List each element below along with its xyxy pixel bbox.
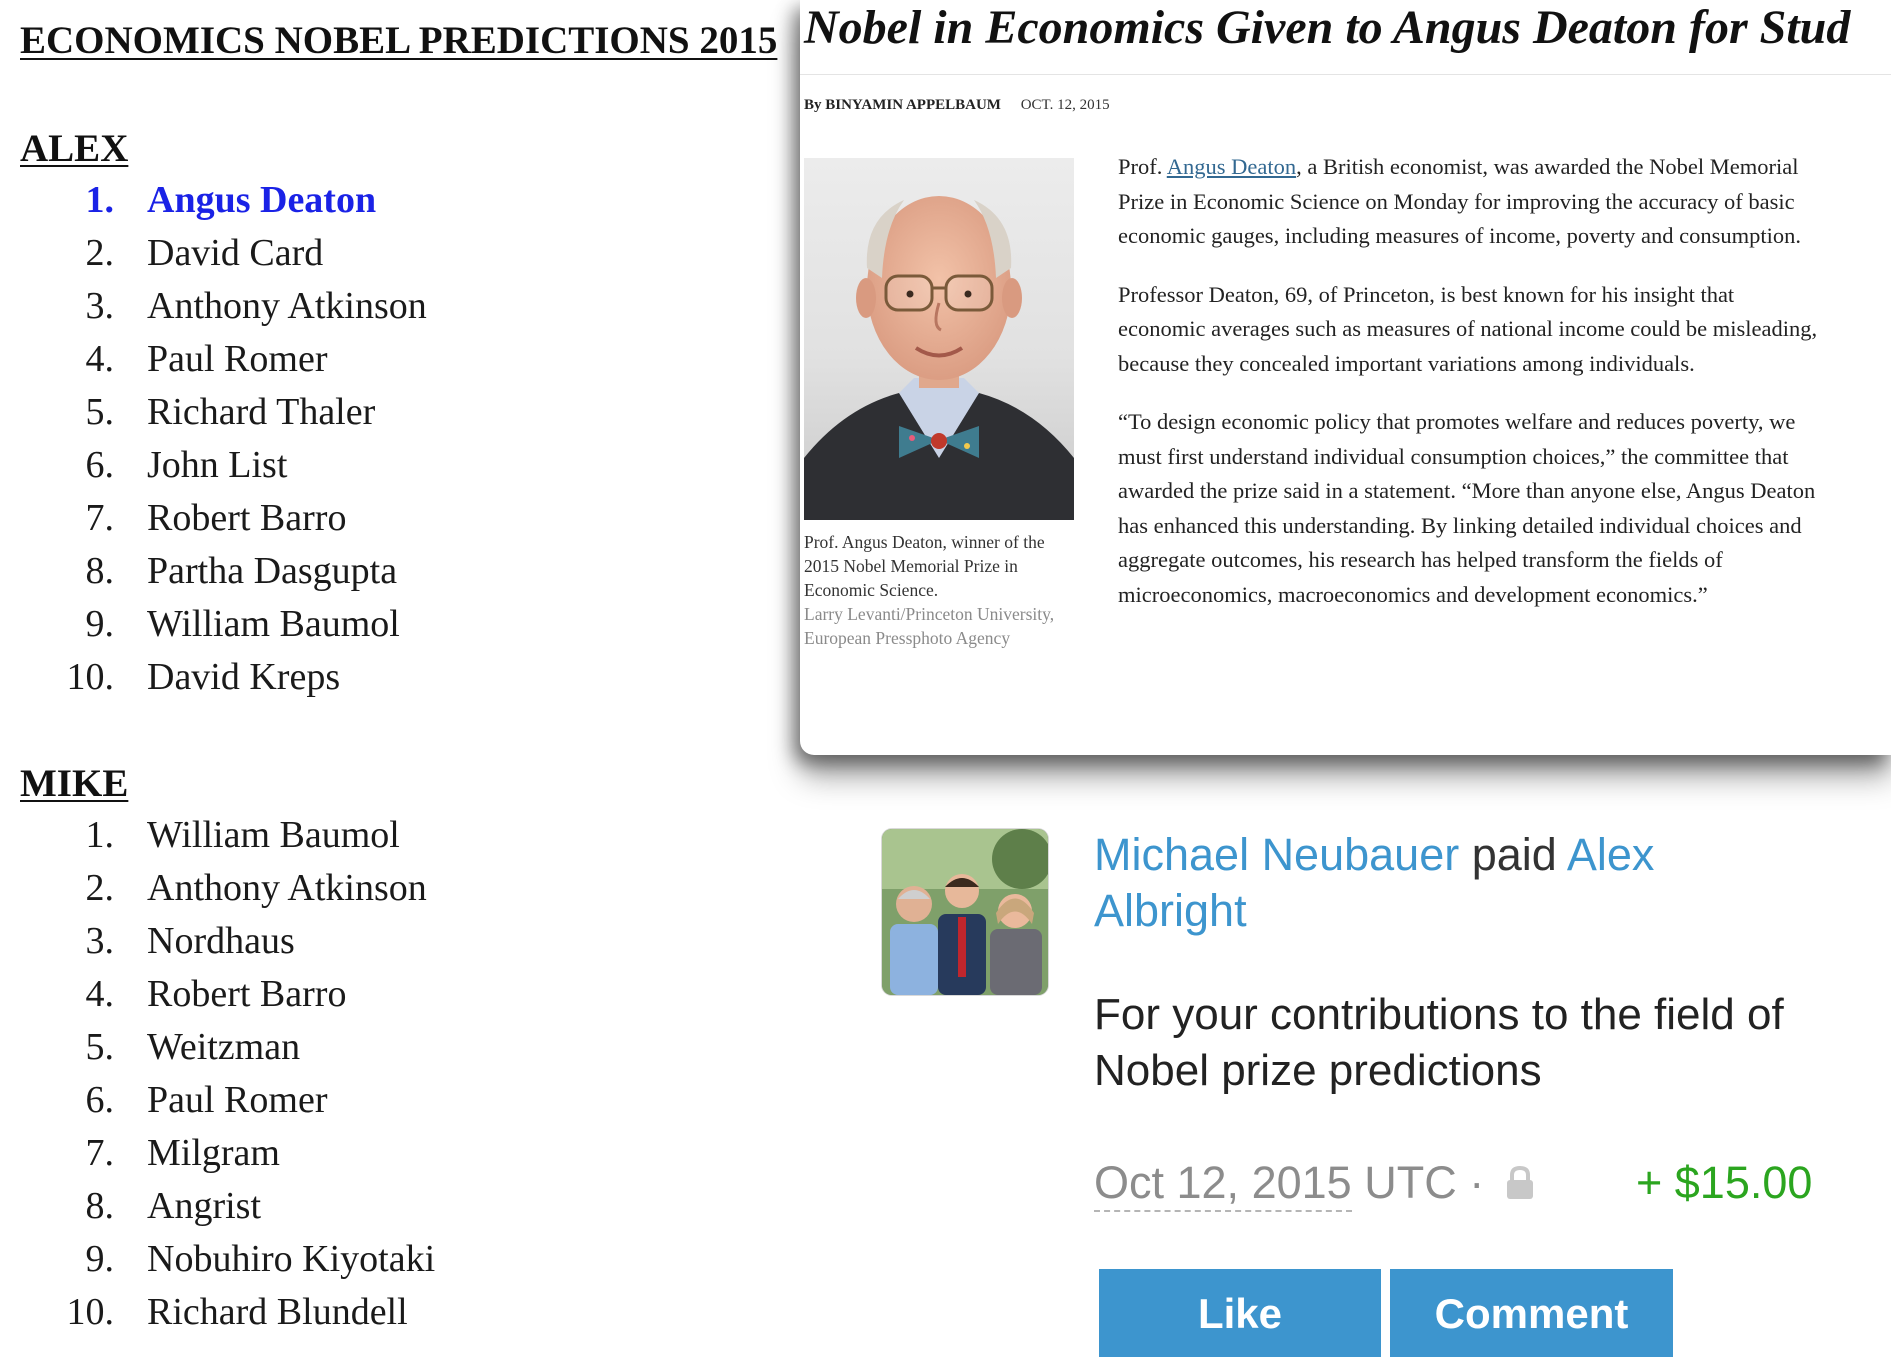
list-number: 2. xyxy=(85,867,115,909)
list-name: Anthony Atkinson xyxy=(147,867,427,909)
list-item: 3. Anthony Atkinson xyxy=(0,284,760,337)
payer-link[interactable]: Michael Neubauer xyxy=(1094,829,1459,880)
list-item: 8. Angrist xyxy=(0,1184,760,1237)
list-number: 4. xyxy=(85,338,115,380)
list-number: 6. xyxy=(85,444,115,486)
list-item: 5. Richard Thaler xyxy=(0,390,760,443)
list-number: 4. xyxy=(85,973,115,1015)
list-name: Robert Barro xyxy=(147,973,347,1015)
list-name: Angus Deaton xyxy=(147,179,377,221)
list-item: 8. Partha Dasgupta xyxy=(0,549,760,602)
payment-title: Michael Neubauer paid Alex Albright xyxy=(1094,827,1734,939)
news-article-panel: Nobel in Economics Given to Angus Deaton… xyxy=(800,0,1891,755)
portrait-illustration xyxy=(804,196,1074,520)
list-name: John List xyxy=(147,444,288,486)
list-item: 4. Robert Barro xyxy=(0,972,760,1025)
article-paragraph: “To design economic policy that promotes… xyxy=(1118,409,1816,607)
mike-list: 1. William Baumol 2. Anthony Atkinson 3. No… xyxy=(0,813,760,1343)
list-name: William Baumol xyxy=(147,603,400,645)
mike-heading: MIKE xyxy=(20,762,129,805)
list-item: 2. Anthony Atkinson xyxy=(0,866,760,919)
photo-credit: Larry Levanti/Princeton University, Euro… xyxy=(804,604,1055,648)
list-number: 9. xyxy=(85,1238,115,1280)
list-name: William Baumol xyxy=(147,814,400,856)
article-paragraph: Prof. Angus Deaton, a British economist,… xyxy=(1118,150,1818,254)
list-item: 10. Richard Blundell xyxy=(0,1290,760,1343)
photo-caption: Prof. Angus Deaton, winner of the 2015 N… xyxy=(804,530,1076,650)
avatar[interactable] xyxy=(882,829,1048,995)
list-item: 7. Milgram xyxy=(0,1131,760,1184)
article-headline[interactable]: Nobel in Economics Given to Angus Deaton… xyxy=(804,0,1850,55)
list-number: 7. xyxy=(85,1132,115,1174)
list-item: 5. Weitzman xyxy=(0,1025,760,1078)
alex-heading: ALEX xyxy=(20,127,129,170)
comment-button[interactable]: Comment xyxy=(1390,1269,1673,1357)
list-number: 7. xyxy=(85,497,115,539)
list-item: 6. John List xyxy=(0,443,760,496)
payment-amount: + $15.00 xyxy=(1636,1157,1813,1208)
lock-glyph xyxy=(1506,1166,1533,1200)
list-number: 8. xyxy=(85,550,115,592)
list-number: 5. xyxy=(85,391,115,433)
list-name: Paul Romer xyxy=(147,1079,328,1121)
list-name: Richard Blundell xyxy=(147,1291,408,1333)
payment-date[interactable]: Oct 12, 2015 xyxy=(1094,1157,1352,1212)
list-number: 5. xyxy=(85,1026,115,1068)
list-name: David Card xyxy=(147,232,324,274)
list-number: 8. xyxy=(85,1185,115,1227)
list-number: 1. xyxy=(85,814,115,856)
list-name: Partha Dasgupta xyxy=(147,550,398,592)
list-item: 3. Nordhaus xyxy=(0,919,760,972)
list-number: 10. xyxy=(66,656,115,698)
list-number: 6. xyxy=(85,1079,115,1121)
list-item: 7. Robert Barro xyxy=(0,496,760,549)
list-item: 9. Nobuhiro Kiyotaki xyxy=(0,1237,760,1290)
list-name: Richard Thaler xyxy=(147,391,376,433)
list-number: 1. xyxy=(85,179,115,221)
list-name: Weitzman xyxy=(147,1026,301,1068)
list-name: Robert Barro xyxy=(147,497,347,539)
alex-list: 1. Angus Deaton 2. David Card 3. Anthony At… xyxy=(0,178,760,708)
meta-separator: · xyxy=(1469,1157,1485,1208)
payment-verb: paid xyxy=(1471,829,1557,880)
list-number: 10. xyxy=(66,1291,115,1333)
byline-date: OCT. 12, 2015 xyxy=(1020,97,1110,113)
list-item: 2. David Card xyxy=(0,231,760,284)
portrait-photo xyxy=(804,158,1074,520)
list-name: Milgram xyxy=(147,1132,280,1174)
list-item: 10. David Kreps xyxy=(0,655,760,708)
paragraph-text: Prof. xyxy=(1118,154,1167,179)
article-paragraph: Professor Deaton, 69, of Princeton, is b… xyxy=(1118,281,1818,376)
list-name: Paul Romer xyxy=(147,338,328,380)
list-name: Nordhaus xyxy=(147,920,295,962)
list-item: 6. Paul Romer xyxy=(0,1078,760,1131)
list-name: Nobuhiro Kiyotaki xyxy=(147,1238,436,1280)
group-photo-icon xyxy=(882,829,1048,995)
list-number: 9. xyxy=(85,603,115,645)
lock-icon xyxy=(1503,1160,1537,1212)
payment-note: For your contributions to the field of N… xyxy=(1094,990,1784,1095)
article-body: Prof. Angus Deaton, a British economist,… xyxy=(1118,150,1818,636)
list-name: Anthony Atkinson xyxy=(147,285,427,327)
list-number: 3. xyxy=(85,920,115,962)
predictions-document: ECONOMICS NOBEL PREDICTIONS 2015 ALEX 1.… xyxy=(0,0,800,1371)
list-number: 3. xyxy=(85,285,115,327)
list-name: David Kreps xyxy=(147,656,341,698)
list-number: 2. xyxy=(85,232,115,274)
list-item: 1. Angus Deaton xyxy=(0,178,760,231)
predictions-title: ECONOMICS NOBEL PREDICTIONS 2015 xyxy=(20,19,778,62)
article-byline: By BINYAMIN APPELBAUM OCT. 12, 2015 xyxy=(804,97,1110,114)
list-item: 4. Paul Romer xyxy=(0,337,760,390)
payment-timezone: UTC xyxy=(1364,1157,1457,1208)
list-item: 1. William Baumol xyxy=(0,813,760,866)
list-item: 9. William Baumol xyxy=(0,602,760,655)
angus-deaton-link[interactable]: Angus Deaton xyxy=(1167,154,1296,179)
byline-author[interactable]: By BINYAMIN APPELBAUM xyxy=(804,97,1001,113)
payment-card: Michael Neubauer paid Alex Albright For … xyxy=(800,755,1891,1371)
list-name: Angrist xyxy=(147,1185,261,1227)
like-button[interactable]: Like xyxy=(1099,1269,1381,1357)
caption-text: Prof. Angus Deaton, winner of the 2015 N… xyxy=(804,532,1045,600)
headline-divider xyxy=(800,74,1891,75)
